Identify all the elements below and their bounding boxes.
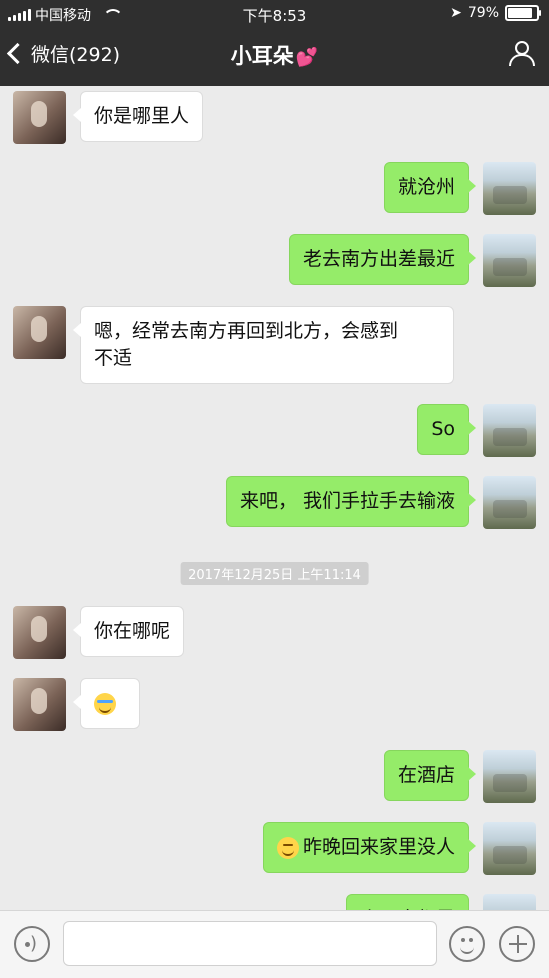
message-text: 昨晚回来家里没人 [302, 836, 455, 858]
battery-percent: 79% [467, 5, 499, 21]
message-bubble[interactable]: 昨晚回来家里没人 [262, 822, 477, 873]
message-bubble[interactable]: 小区全都黑 [345, 894, 469, 910]
composer-bar [0, 910, 549, 978]
message-bubble[interactable] [73, 678, 140, 729]
location-icon: ➤ [450, 5, 462, 21]
user-avatar[interactable] [483, 404, 536, 457]
user-avatar[interactable] [483, 234, 536, 287]
title-emoji: 💕 [295, 47, 319, 68]
profile-icon-body [509, 54, 535, 66]
contact-avatar[interactable] [13, 606, 66, 659]
contact-avatar[interactable] [13, 91, 66, 144]
battery-icon [505, 5, 541, 21]
status-right: ➤ 79% [450, 5, 541, 21]
user-avatar[interactable] [483, 894, 536, 910]
crying-laughing-emoji-icon [94, 692, 116, 715]
status-bar: 中国移动 下午8:53 ➤ 79% [0, 0, 549, 28]
message-bubble[interactable]: 嗯，经常去南方再回到北方，会感到 不适 [73, 306, 454, 384]
timestamp: 2017年12月25日 上午11:14 [180, 562, 369, 585]
message-bubble[interactable]: 在酒店 [383, 750, 477, 801]
message-bubble[interactable]: 你在哪呢 [72, 606, 185, 657]
emoji-icon[interactable] [449, 926, 485, 962]
message-input[interactable] [63, 921, 437, 966]
profile-button[interactable] [507, 41, 535, 67]
message-bubble[interactable]: 老去南方出差最近 [288, 234, 477, 285]
plus-icon[interactable] [499, 926, 535, 962]
contact-avatar[interactable] [13, 678, 66, 731]
smile-emoji-icon [276, 836, 299, 859]
message-bubble[interactable]: 你是哪里人 [72, 91, 204, 142]
user-avatar[interactable] [483, 750, 536, 803]
profile-icon-head [515, 41, 529, 55]
user-avatar[interactable] [483, 476, 536, 529]
nav-bar: 微信(292) 小耳朵 💕 [0, 28, 549, 86]
user-avatar[interactable] [483, 162, 536, 215]
chat-title: 小耳朵 💕 [0, 40, 549, 70]
chat-area[interactable]: 你是哪里人 就沧州 老去南方出差最近 嗯，经常去南方再回到北方，会感到 不适 S… [0, 86, 549, 910]
voice-icon[interactable] [14, 926, 50, 962]
top-bar: 中国移动 下午8:53 ➤ 79% 微信(292) 小耳朵 💕 [0, 0, 549, 86]
message-bubble[interactable]: 来吧， 我们手拉手去输液 [225, 476, 477, 527]
contact-avatar[interactable] [13, 306, 66, 359]
chat-title-text: 小耳朵 [230, 44, 294, 68]
message-bubble[interactable]: 就沧州 [383, 162, 477, 213]
message-bubble[interactable]: So [417, 404, 476, 455]
user-avatar[interactable] [483, 822, 536, 875]
